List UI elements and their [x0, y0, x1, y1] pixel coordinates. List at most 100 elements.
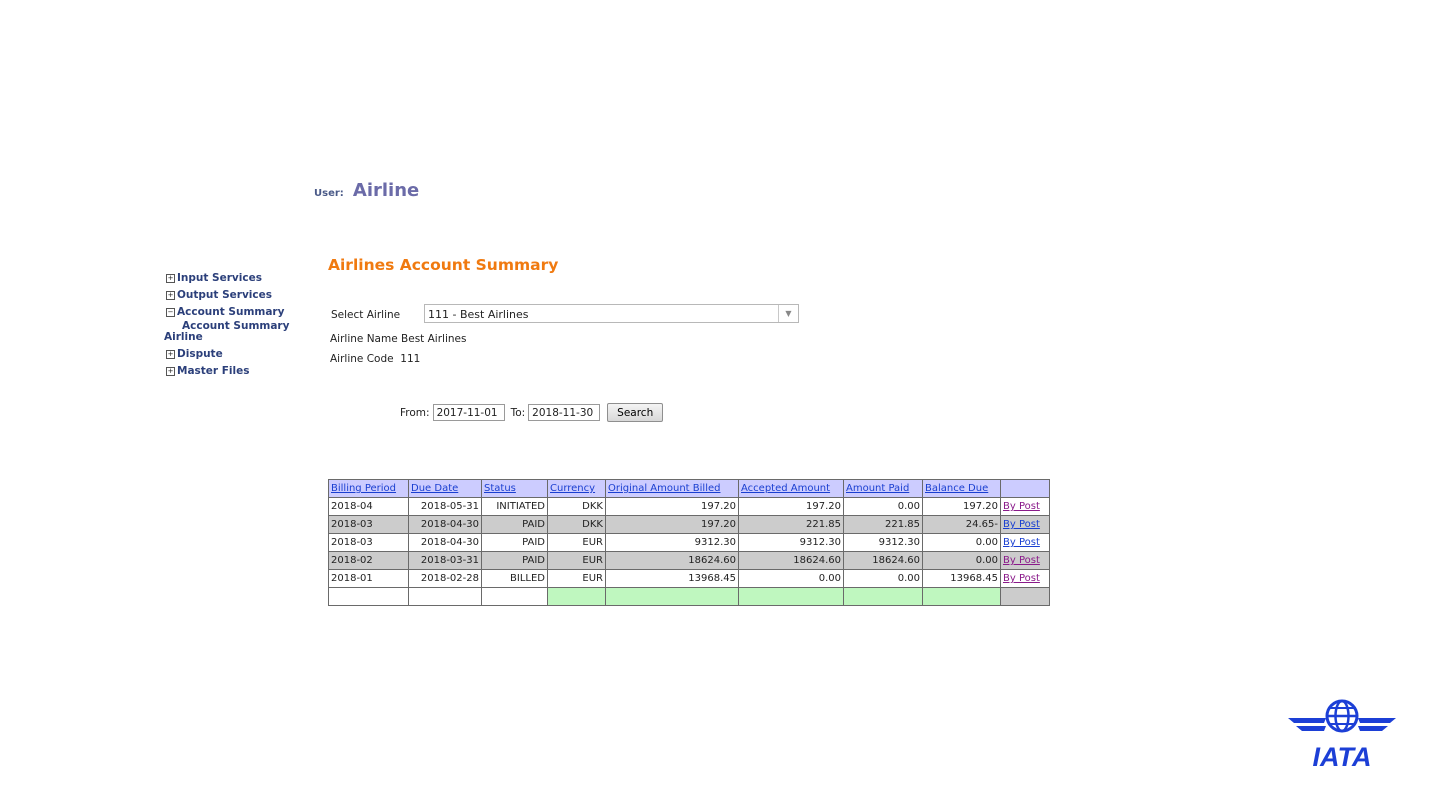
cell-balance-due: 13968.45 [922, 569, 1001, 588]
expand-icon[interactable]: + [166, 291, 175, 300]
total-cell [843, 587, 923, 606]
total-cell [328, 587, 409, 606]
col-original-amount[interactable]: Original Amount Billed [605, 479, 739, 498]
cell-action: By Post [1000, 551, 1050, 570]
col-status[interactable]: Status [481, 479, 548, 498]
table-row: 2018-03 2018-04-30 PAID DKK 197.20 221.8… [328, 515, 1050, 534]
table-row: 2018-01 2018-02-28 BILLED EUR 13968.45 0… [328, 569, 1050, 588]
cell-accepted-amount: 9312.30 [738, 533, 844, 552]
cell-balance-due: 197.20 [922, 497, 1001, 516]
col-due-date[interactable]: Due Date [408, 479, 482, 498]
cell-due-date: 2018-04-30 [408, 533, 482, 552]
cell-accepted-amount: 0.00 [738, 569, 844, 588]
cell-status: PAID [481, 551, 548, 570]
total-cell [408, 587, 482, 606]
nav-item-dispute[interactable]: + Dispute [166, 346, 306, 363]
nav-label[interactable]: Account Summary [177, 304, 284, 321]
cell-billing-period: 2018-03 [328, 515, 409, 534]
cell-due-date: 2018-05-31 [408, 497, 482, 516]
cell-accepted-amount: 221.85 [738, 515, 844, 534]
nav-item-output-services[interactable]: + Output Services [166, 287, 306, 304]
cell-currency: DKK [547, 515, 606, 534]
cell-billing-period: 2018-03 [328, 533, 409, 552]
cell-amount-paid: 0.00 [843, 497, 923, 516]
cell-action: By Post [1000, 569, 1050, 588]
cell-original-amount: 197.20 [605, 515, 739, 534]
to-label: To: [510, 406, 526, 419]
to-date-input[interactable] [528, 404, 601, 421]
chevron-down-icon[interactable]: ▼ [778, 305, 798, 322]
account-summary-table: Billing Period Due Date Status Currency … [328, 479, 1050, 606]
sort-billing-period-link[interactable]: Billing Period [331, 483, 396, 494]
sort-status-link[interactable]: Status [484, 483, 516, 494]
nav-label[interactable]: Output Services [177, 287, 272, 304]
cell-billing-period: 2018-02 [328, 551, 409, 570]
search-button[interactable]: Search [607, 403, 664, 422]
cell-balance-due: 24.65- [922, 515, 1001, 534]
cell-billing-period: 2018-01 [328, 569, 409, 588]
cell-currency: EUR [547, 569, 606, 588]
total-cell [547, 587, 606, 606]
expand-icon[interactable]: + [166, 367, 175, 376]
expand-icon[interactable]: + [166, 274, 175, 283]
user-label: User: [314, 188, 344, 199]
user-header: User: Airline [314, 180, 419, 201]
cell-original-amount: 18624.60 [605, 551, 739, 570]
cell-status: PAID [481, 515, 548, 534]
cell-currency: DKK [547, 497, 606, 516]
nav-label[interactable]: Input Services [177, 270, 262, 287]
total-cell [738, 587, 844, 606]
cell-due-date: 2018-03-31 [408, 551, 482, 570]
col-balance-due[interactable]: Balance Due [922, 479, 1001, 498]
cell-action: By Post [1000, 533, 1050, 552]
by-post-link[interactable]: By Post [1003, 501, 1040, 512]
by-post-link[interactable]: By Post [1003, 555, 1040, 566]
table-row: 2018-04 2018-05-31 INITIATED DKK 197.20 … [328, 497, 1050, 516]
from-date-input[interactable] [432, 404, 505, 421]
nav-label[interactable]: Dispute [177, 346, 223, 363]
nav-subitem-airline[interactable]: Airline [164, 332, 306, 343]
cell-status: INITIATED [481, 497, 548, 516]
from-label: From: [400, 406, 430, 419]
sort-due-date-link[interactable]: Due Date [411, 483, 458, 494]
user-name: Airline [352, 180, 420, 201]
sort-original-amount-link[interactable]: Original Amount Billed [608, 483, 720, 494]
select-airline-label: Select Airline [331, 309, 401, 321]
table-row: 2018-03 2018-04-30 PAID EUR 9312.30 9312… [328, 533, 1050, 552]
page-title: Airlines Account Summary [328, 256, 559, 274]
cell-billing-period: 2018-04 [328, 497, 409, 516]
by-post-link[interactable]: By Post [1003, 519, 1040, 530]
nav-item-account-summary[interactable]: − Account Summary [166, 304, 306, 321]
sort-currency-link[interactable]: Currency [550, 483, 595, 494]
cell-action: By Post [1000, 497, 1050, 516]
sort-balance-due-link[interactable]: Balance Due [925, 483, 988, 494]
by-post-link[interactable]: By Post [1003, 573, 1040, 584]
sidebar-nav: + Input Services + Output Services − Acc… [164, 270, 306, 380]
airline-code-value: 111 [400, 353, 421, 365]
col-accepted-amount[interactable]: Accepted Amount [738, 479, 844, 498]
col-currency[interactable]: Currency [547, 479, 606, 498]
airline-select[interactable]: 111 - Best Airlines ▼ [424, 304, 799, 323]
nav-item-master-files[interactable]: + Master Files [166, 363, 306, 380]
iata-logo: IATA [1288, 699, 1396, 768]
cell-status: BILLED [481, 569, 548, 588]
nav-item-input-services[interactable]: + Input Services [166, 270, 306, 287]
sort-amount-paid-link[interactable]: Amount Paid [846, 483, 909, 494]
col-amount-paid[interactable]: Amount Paid [843, 479, 923, 498]
cell-balance-due: 0.00 [922, 533, 1001, 552]
cell-accepted-amount: 18624.60 [738, 551, 844, 570]
expand-icon[interactable]: + [166, 350, 175, 359]
total-cell [605, 587, 739, 606]
iata-logo-text: IATA [1313, 742, 1372, 768]
col-billing-period[interactable]: Billing Period [328, 479, 409, 498]
globe-icon [1325, 699, 1359, 733]
airline-name-value: Best Airlines [401, 333, 467, 345]
table-header-row: Billing Period Due Date Status Currency … [328, 479, 1050, 498]
cell-status: PAID [481, 533, 548, 552]
cell-amount-paid: 221.85 [843, 515, 923, 534]
sort-accepted-amount-link[interactable]: Accepted Amount [741, 483, 830, 494]
airline-select-value: 111 - Best Airlines [428, 308, 529, 321]
collapse-icon[interactable]: − [166, 308, 175, 317]
by-post-link[interactable]: By Post [1003, 537, 1040, 548]
nav-label[interactable]: Master Files [177, 363, 250, 380]
